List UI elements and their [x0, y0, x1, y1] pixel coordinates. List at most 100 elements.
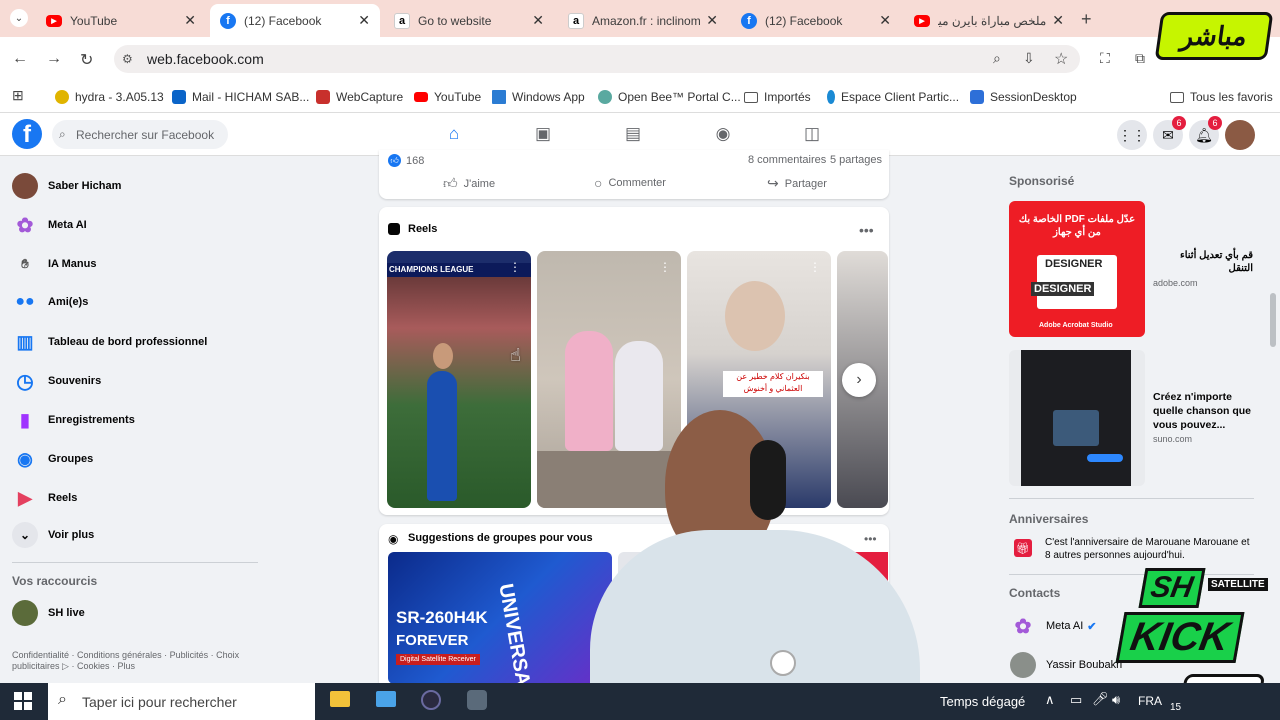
apps-grid-icon[interactable]: ⊞	[12, 87, 24, 104]
like-reaction-icon: 👍︎	[388, 154, 401, 167]
obs-icon[interactable]	[421, 690, 441, 710]
bookmark-webcapture[interactable]: WebCapture	[316, 87, 403, 107]
share-button[interactable]: ↪ Partager	[767, 175, 827, 192]
bookmark-windows-app[interactable]: Windows App	[492, 87, 585, 107]
ad-suno-domain[interactable]: suno.com	[1153, 434, 1192, 444]
group-card-satellite[interactable]: SR-260H4K FOREVER Digital Satellite Rece…	[388, 552, 612, 684]
ad-suno-thumb	[1053, 410, 1099, 446]
site-info-icon[interactable]: ⚙	[122, 52, 133, 66]
bookmark-open-bee[interactable]: Open Bee™ Portal C...	[598, 87, 741, 107]
reload-icon[interactable]: ↻	[80, 50, 93, 70]
clock-time[interactable]: 15	[1170, 702, 1181, 713]
sidebar-item-profile[interactable]: Saber Hicham	[12, 173, 121, 199]
forward-icon[interactable]: →	[46, 50, 62, 68]
bookmark-hydra[interactable]: hydra - 3.A05.13	[55, 87, 164, 107]
close-tab-icon[interactable]: ✕	[1052, 12, 1064, 29]
likes-count[interactable]: 168	[406, 155, 424, 167]
windows-start-icon[interactable]	[14, 692, 32, 710]
taskbar-search-input[interactable]: Taper ici pour rechercher	[48, 683, 315, 720]
tab-facebook-active[interactable]: f (12) Facebook ✕	[210, 4, 380, 37]
ad-suno-text[interactable]: Créez n'importe quelle chanson que vous …	[1153, 390, 1253, 432]
reel-card-football[interactable]: CHAMPIONS LEAGUE	[387, 251, 531, 508]
reel-more-icon[interactable]: ⋮	[659, 260, 671, 274]
back-icon[interactable]: ←	[12, 50, 28, 68]
home-icon[interactable]: ⌂	[434, 122, 474, 146]
microphone-icon[interactable]: 🎤︎	[1092, 691, 1109, 707]
birthdays-text[interactable]: C'est l'anniversaire de Marouane Marouan…	[1045, 536, 1255, 562]
groups-icon[interactable]: ◉	[703, 122, 743, 146]
close-tab-icon[interactable]: ✕	[184, 12, 196, 29]
avatar-icon	[12, 173, 38, 199]
facebook-logo-icon[interactable]: f	[12, 119, 42, 149]
ad-adobe-domain[interactable]: adobe.com	[1153, 278, 1198, 288]
reels-more-icon[interactable]: •••	[859, 222, 874, 238]
ad-adobe-text[interactable]: قم بأي تعديل أثناء التنقل	[1153, 249, 1253, 275]
reels-next-button[interactable]: ›	[842, 363, 876, 397]
extensions-icon[interactable]: ⧉	[1135, 50, 1145, 67]
profile-avatar[interactable]	[1225, 120, 1255, 150]
sidebar-item-meta-ai[interactable]: ✿ Meta AI	[12, 212, 87, 238]
gaming-icon[interactable]: ◫	[792, 122, 832, 146]
volume-icon[interactable]: 🔊︎	[1112, 692, 1120, 708]
sidebar-item-see-more[interactable]: ⌄ Voir plus	[12, 522, 94, 548]
star-icon[interactable]: ☆	[1054, 49, 1068, 69]
taskbar-app-icon[interactable]	[467, 690, 487, 710]
comment-button[interactable]: ○ Commenter	[594, 175, 666, 191]
page-scrollbar[interactable]	[1270, 293, 1276, 347]
bookmark-mail[interactable]: Mail - HICHAM SAB...	[172, 87, 309, 107]
sponsored-title: Sponsorisé	[1009, 174, 1075, 188]
reel-more-icon[interactable]: ⋮	[509, 260, 521, 274]
install-app-icon[interactable]: ⇩	[1023, 50, 1035, 67]
bookmark-sessiondesktop[interactable]: SessionDesktop	[970, 87, 1077, 107]
chevron-down-icon: ⌄	[12, 522, 38, 548]
facebook-search-input[interactable]: Rechercher sur Facebook	[52, 120, 228, 149]
sidebar-item-ia-manus[interactable]: ✋︎ IA Manus	[12, 251, 96, 277]
footer-links[interactable]: Confidentialité · Conditions générales ·…	[12, 650, 252, 672]
sidebar-item-reels[interactable]: ▶ Reels	[12, 485, 77, 511]
reel-more-icon[interactable]: ⋮	[809, 260, 821, 274]
shares-count[interactable]: 5 partages	[830, 154, 882, 166]
contact-meta-ai[interactable]: ✿ Meta AI ✔	[1010, 613, 1097, 639]
ad-adobe-image[interactable]: عدّل ملفات PDF الخاصة بك من أي جهاز DESI…	[1009, 201, 1145, 337]
sidebar-item-memories[interactable]: ◷ Souvenirs	[12, 368, 101, 394]
language-indicator[interactable]: FRA	[1138, 694, 1162, 708]
weather-text[interactable]: Temps dégagé	[940, 694, 1025, 709]
video-icon[interactable]: ▣	[523, 122, 563, 146]
tray-chevron-icon[interactable]: ∧	[1045, 692, 1055, 708]
sidebar-item-saved[interactable]: ▮ Enregistrements	[12, 407, 135, 433]
tab-go-to-website[interactable]: a Go to website ✕	[384, 4, 554, 37]
ad-suno-image[interactable]	[1009, 350, 1145, 486]
zoom-icon[interactable]: ⌕	[993, 50, 1001, 67]
close-tab-icon[interactable]: ✕	[706, 12, 718, 29]
bookmark-importes[interactable]: Importés	[744, 87, 811, 107]
tab-amazon[interactable]: a Amazon.fr : inclinome ✕	[558, 4, 728, 37]
address-input[interactable]: web.facebook.com	[114, 45, 1080, 73]
bookmark-espace-client[interactable]: Espace Client Partic...	[827, 87, 959, 107]
menu-grid-icon[interactable]: ⋮⋮	[1117, 120, 1147, 150]
ad-adobe-word2: DESIGNER	[1031, 282, 1095, 296]
network-icon[interactable]: ▭	[1070, 692, 1082, 708]
tab-youtube[interactable]: ▶ YouTube ✕	[36, 4, 206, 37]
tab-facebook-2[interactable]: f (12) Facebook ✕	[731, 4, 901, 37]
all-bookmarks[interactable]: Tous les favoris	[1170, 87, 1273, 107]
contacts-title: Contacts	[1009, 586, 1061, 600]
close-tab-icon[interactable]: ✕	[358, 12, 370, 29]
marketplace-icon[interactable]: ▤	[613, 122, 653, 146]
like-button[interactable]: 👍︎ J'aime	[443, 175, 495, 192]
taskbar-app-icon[interactable]	[376, 691, 396, 707]
sidebar-item-dashboard[interactable]: ▥ Tableau de bord professionnel	[12, 329, 207, 355]
screenshot-icon[interactable]: ⛶	[1100, 50, 1110, 67]
tab-youtube-bayern[interactable]: ▶ ملخص مباراة بايرن ميو ✕	[904, 4, 1074, 37]
file-explorer-icon[interactable]	[330, 691, 350, 707]
sidebar-item-friends[interactable]: ●● Ami(e)s	[12, 289, 88, 315]
shortcut-sh-live[interactable]: SH live	[12, 600, 85, 626]
comments-count[interactable]: 8 commentaires	[748, 154, 826, 166]
bookmark-youtube[interactable]: YouTube	[414, 87, 481, 107]
close-tab-icon[interactable]: ✕	[879, 12, 891, 29]
tab-list-chevron-icon[interactable]: ⌄	[10, 9, 28, 27]
birthdays-title: Anniversaires	[1009, 512, 1089, 526]
new-tab-icon[interactable]: +	[1081, 9, 1092, 30]
contact-yassir[interactable]: Yassir Boubakri	[1010, 652, 1122, 678]
close-tab-icon[interactable]: ✕	[532, 12, 544, 29]
sidebar-item-groups[interactable]: ◉ Groupes	[12, 446, 93, 472]
